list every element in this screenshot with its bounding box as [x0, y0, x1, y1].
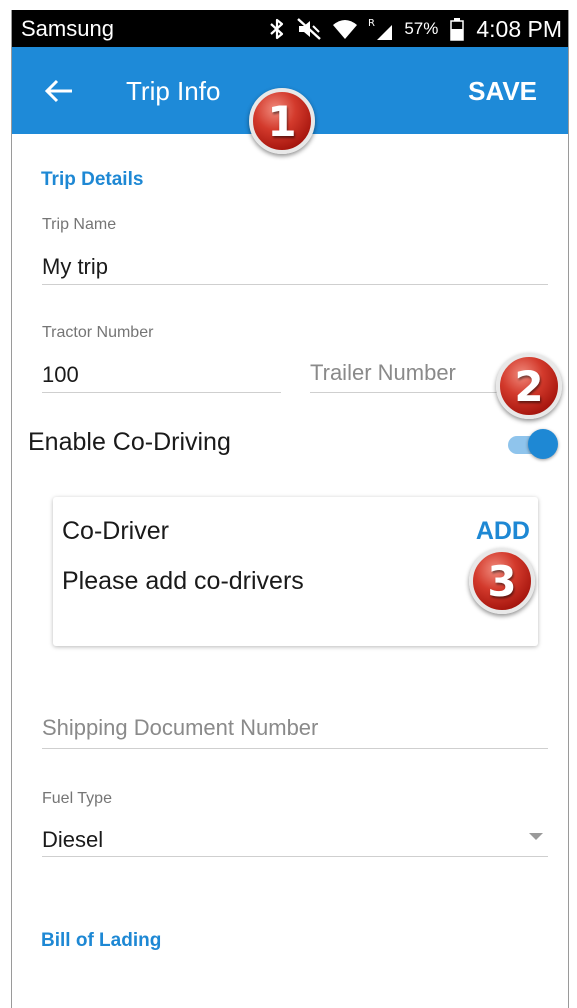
section-title-trip-details: Trip Details	[41, 169, 144, 190]
shipping-document-underline	[42, 748, 548, 749]
mute-icon	[296, 17, 322, 41]
co-driving-toggle[interactable]	[506, 429, 558, 459]
tractor-number-label: Tractor Number	[42, 324, 154, 341]
phone-screen: Samsung R 57% 4:08 PM Trip Info SAVE Tri…	[11, 10, 569, 1008]
tractor-number-underline	[42, 392, 281, 393]
trip-name-input[interactable]: My trip	[42, 254, 108, 280]
battery-icon	[450, 17, 465, 41]
fuel-type-label: Fuel Type	[42, 790, 112, 807]
svg-text:R: R	[368, 18, 375, 29]
bluetooth-icon	[268, 17, 286, 41]
trip-name-underline	[42, 284, 548, 285]
dropdown-caret-icon[interactable]	[529, 833, 543, 840]
back-arrow-icon[interactable]	[42, 74, 76, 108]
co-driver-empty-message: Please add co-drivers	[62, 567, 304, 595]
fuel-type-select[interactable]: Diesel	[42, 827, 103, 853]
toggle-knob	[528, 429, 558, 459]
signal-roaming-icon: R	[368, 16, 394, 42]
battery-percent: 57%	[404, 19, 439, 38]
add-co-driver-button[interactable]: ADD	[476, 517, 530, 546]
tractor-number-input[interactable]: 100	[42, 362, 79, 388]
co-driver-card: Co-Driver ADD Please add co-drivers	[53, 497, 538, 646]
trailer-number-input[interactable]: Trailer Number	[310, 360, 456, 386]
shipping-document-input[interactable]: Shipping Document Number	[42, 715, 318, 741]
carrier-name: Samsung	[21, 16, 114, 41]
status-icons: R 57% 4:08 PM	[268, 14, 562, 44]
status-bar: Samsung R 57% 4:08 PM	[12, 10, 568, 47]
page-title: Trip Info	[126, 76, 221, 106]
callout-badge-3: 3	[469, 548, 535, 614]
wifi-icon	[332, 18, 358, 40]
fuel-type-underline	[42, 856, 548, 857]
co-driver-title: Co-Driver	[62, 517, 169, 545]
callout-badge-1: 1	[249, 88, 315, 154]
clock: 4:08 PM	[476, 15, 562, 42]
callout-badge-2: 2	[496, 353, 562, 419]
section-title-bill-of-lading: Bill of Lading	[41, 930, 162, 951]
save-button[interactable]: SAVE	[468, 76, 537, 107]
co-driving-label: Enable Co-Driving	[28, 428, 231, 456]
trip-name-label: Trip Name	[42, 216, 117, 233]
